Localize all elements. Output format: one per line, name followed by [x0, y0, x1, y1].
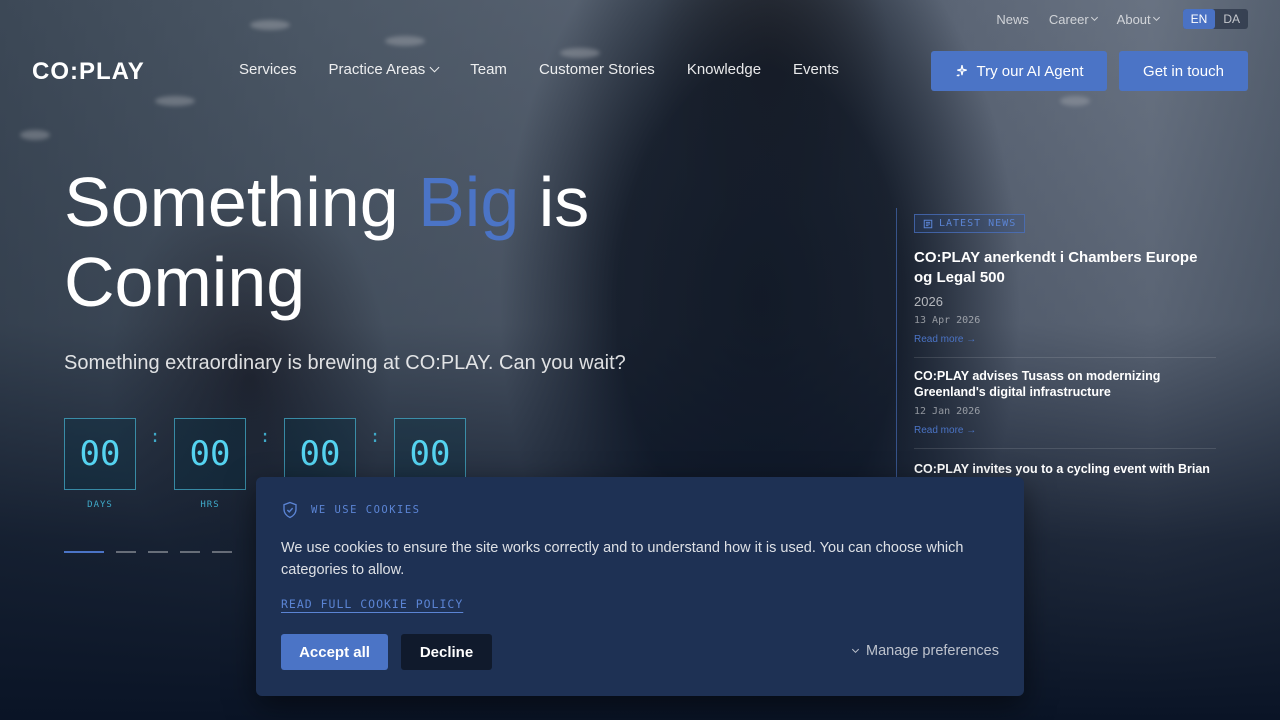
countdown-hours-value: 00 [174, 418, 246, 490]
latest-news-badge: LATEST NEWS [914, 214, 1026, 233]
hero-title: Something Big is Coming [64, 162, 784, 322]
slide-dot[interactable] [64, 551, 104, 553]
nav-practice-areas[interactable]: Practice Areas [328, 61, 440, 78]
hero-title-part1: Something [64, 163, 419, 241]
latest-news-panel: LATEST NEWS CO:PLAY anerkendt i Chambers… [896, 208, 1216, 498]
lang-da-button[interactable]: DA [1215, 9, 1248, 29]
hero-title-accent: Big [418, 163, 520, 241]
news-year: 2026 [914, 293, 943, 309]
cookie-header: WE USE COOKIES [281, 501, 999, 519]
nav-customer-stories[interactable]: Customer Stories [539, 61, 655, 78]
language-switcher: EN DA [1182, 9, 1248, 29]
topbar-news-label: News [996, 11, 1029, 27]
try-ai-agent-label: Try our AI Agent [976, 62, 1084, 80]
cookie-banner: WE USE COOKIES We use cookies to ensure … [256, 477, 1024, 696]
manage-preferences-label: Manage preferences [866, 643, 999, 659]
news-title: CO:PLAY anerkendt i Chambers Europe og L… [914, 248, 1198, 286]
countdown-days: 00 DAYS [64, 418, 136, 510]
latest-news-label: LATEST NEWS [939, 218, 1017, 229]
cookie-description: We use cookies to ensure the site works … [281, 540, 964, 578]
try-ai-agent-button[interactable]: Try our AI Agent [931, 51, 1107, 91]
hero-subtitle: Something extraordinary is brewing at CO… [64, 352, 626, 374]
get-in-touch-button[interactable]: Get in touch [1119, 51, 1248, 91]
news-read-more-link[interactable]: Read more → [914, 425, 1216, 436]
news-item[interactable]: CO:PLAY advises Tusass on modernizing Gr… [914, 358, 1216, 449]
nav-events[interactable]: Events [793, 61, 839, 78]
slide-indicator [64, 551, 232, 553]
shield-check-icon [283, 501, 297, 519]
slide-dot[interactable] [212, 551, 232, 553]
topbar-news-link[interactable]: News [996, 12, 1029, 27]
news-title: CO:PLAY advises Tusass on modernizing Gr… [914, 368, 1161, 399]
slide-dot[interactable] [148, 551, 168, 553]
nav-team[interactable]: Team [470, 61, 507, 78]
chevron-down-icon [1152, 13, 1160, 22]
countdown-hours-label: HRS [200, 500, 220, 510]
slide-dot[interactable] [116, 551, 136, 553]
manage-preferences-button[interactable]: Manage preferences [851, 643, 999, 659]
topbar-career-label: Career [1048, 11, 1089, 27]
decline-button[interactable]: Decline [401, 634, 492, 670]
news-date: 12 Jan 2026 [914, 405, 981, 417]
utility-bar: News Career About EN DA [996, 8, 1248, 30]
news-title: CO:PLAY invites you to a cycling event w… [914, 461, 1210, 476]
news-date: 13 Apr 2026 [914, 314, 981, 326]
cookie-heading: WE USE COOKIES [311, 504, 421, 516]
topbar-about-link[interactable]: About [1116, 11, 1160, 27]
countdown-hours: 00 HRS [174, 418, 246, 510]
news-read-more-link[interactable]: Read more → [914, 334, 1216, 345]
countdown-days-label: DAYS [87, 500, 113, 510]
nav-services[interactable]: Services [239, 61, 297, 78]
slide-dot[interactable] [180, 551, 200, 553]
lang-en-button[interactable]: EN [1182, 9, 1216, 29]
chevron-down-icon [429, 62, 440, 73]
sparkle-icon [956, 65, 967, 77]
countdown-days-value: 00 [64, 418, 136, 490]
chevron-down-icon [1090, 13, 1098, 22]
topbar-career-link[interactable]: Career [1048, 11, 1098, 27]
topbar-about-label: About [1116, 11, 1151, 27]
newspaper-icon [923, 219, 933, 228]
cookie-actions: Accept all Decline [281, 634, 492, 670]
cookie-policy-link[interactable]: READ FULL COOKIE POLICY [281, 597, 463, 611]
nav-knowledge[interactable]: Knowledge [687, 61, 761, 78]
chevron-down-icon [851, 645, 860, 654]
site-logo[interactable]: CO:PLAY [32, 58, 145, 86]
news-item[interactable]: CO:PLAY anerkendt i Chambers Europe og L… [914, 234, 1216, 358]
countdown-separator: : [149, 426, 161, 447]
main-nav: Services Practice Areas Team Customer St… [239, 61, 839, 78]
nav-practice-areas-label: Practice Areas [328, 61, 426, 78]
accept-all-button[interactable]: Accept all [281, 634, 388, 670]
